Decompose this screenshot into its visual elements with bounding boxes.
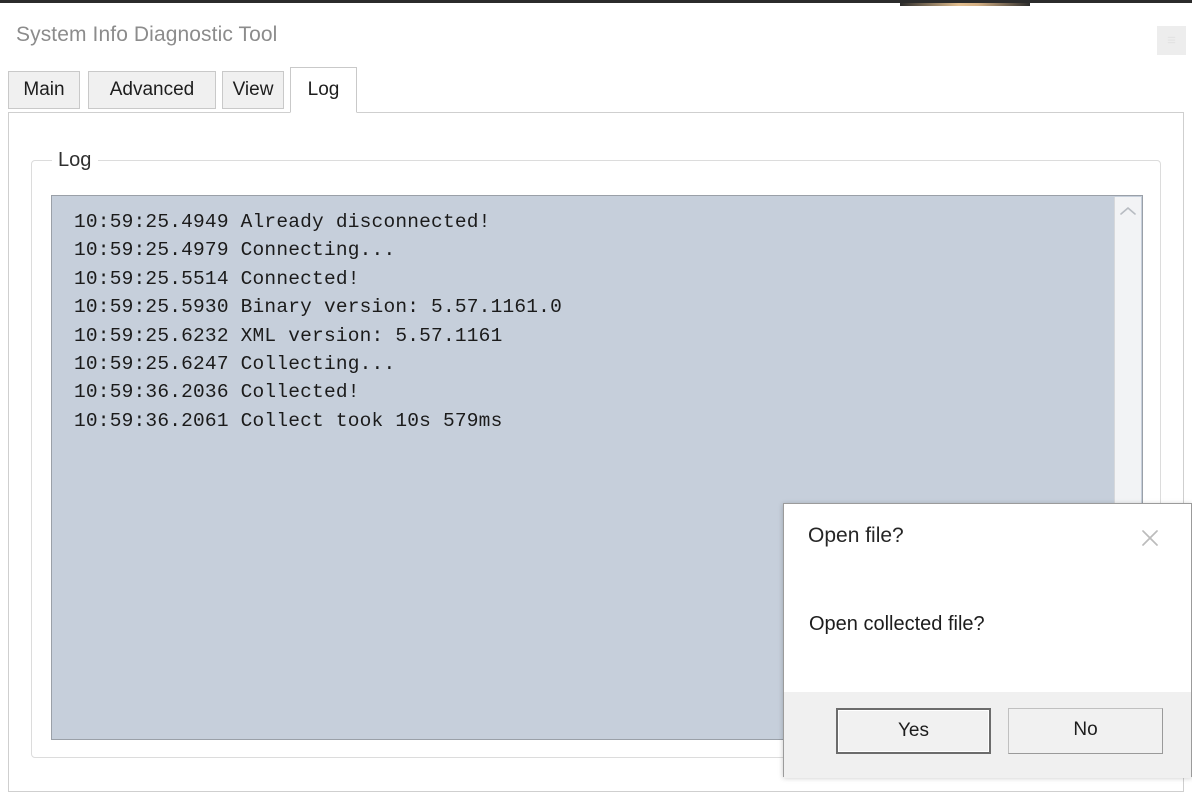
open-file-dialog: Open file? Open collected file? Yes No: [783, 503, 1192, 778]
tab-view[interactable]: View: [222, 71, 284, 109]
tab-log[interactable]: Log: [290, 67, 357, 113]
window-title: System Info Diagnostic Tool: [16, 23, 278, 46]
log-line: 10:59:25.4949 Already disconnected!: [74, 211, 491, 233]
tab-main[interactable]: Main: [8, 71, 80, 109]
app-window: System Info Diagnostic Tool ≡ Main Advan…: [0, 0, 1192, 800]
tab-strip: Main Advanced View Log: [0, 67, 1192, 113]
close-icon[interactable]: [1131, 522, 1169, 554]
log-line-list: 10:59:25.4949 Already disconnected! 10:59…: [74, 208, 1108, 435]
dialog-message: Open collected file?: [809, 613, 985, 635]
log-line: 10:59:25.4979 Connecting...: [74, 239, 396, 262]
dialog-title: Open file?: [808, 524, 904, 547]
dialog-body: Open collected file?: [784, 566, 1191, 692]
log-line: 10:59:25.6247 Collecting...: [74, 353, 396, 376]
log-groupbox-label: Log: [52, 147, 99, 173]
log-line: 10:59:36.2036 Collected!: [74, 381, 360, 404]
chevron-up-icon[interactable]: [1115, 197, 1141, 223]
log-line: 10:59:25.6232 XML version: 5.57.1161: [74, 324, 503, 347]
no-button[interactable]: No: [1008, 708, 1163, 754]
title-bar: System Info Diagnostic Tool ≡: [0, 6, 1192, 64]
log-line: 10:59:36.2061 Collect took 10s 579ms: [74, 409, 503, 432]
log-line: 10:59:25.5514 Connected!: [74, 267, 360, 290]
yes-button[interactable]: Yes: [836, 708, 991, 754]
dialog-footer: Yes No: [784, 692, 1191, 778]
dialog-titlebar: Open file?: [784, 504, 1191, 566]
menu-icon[interactable]: ≡: [1157, 26, 1186, 55]
menu-icon-glyph: ≡: [1167, 32, 1176, 49]
tab-advanced[interactable]: Advanced: [88, 71, 216, 109]
log-line: 10:59:25.5930 Binary version: 5.57.1161.…: [74, 296, 562, 319]
